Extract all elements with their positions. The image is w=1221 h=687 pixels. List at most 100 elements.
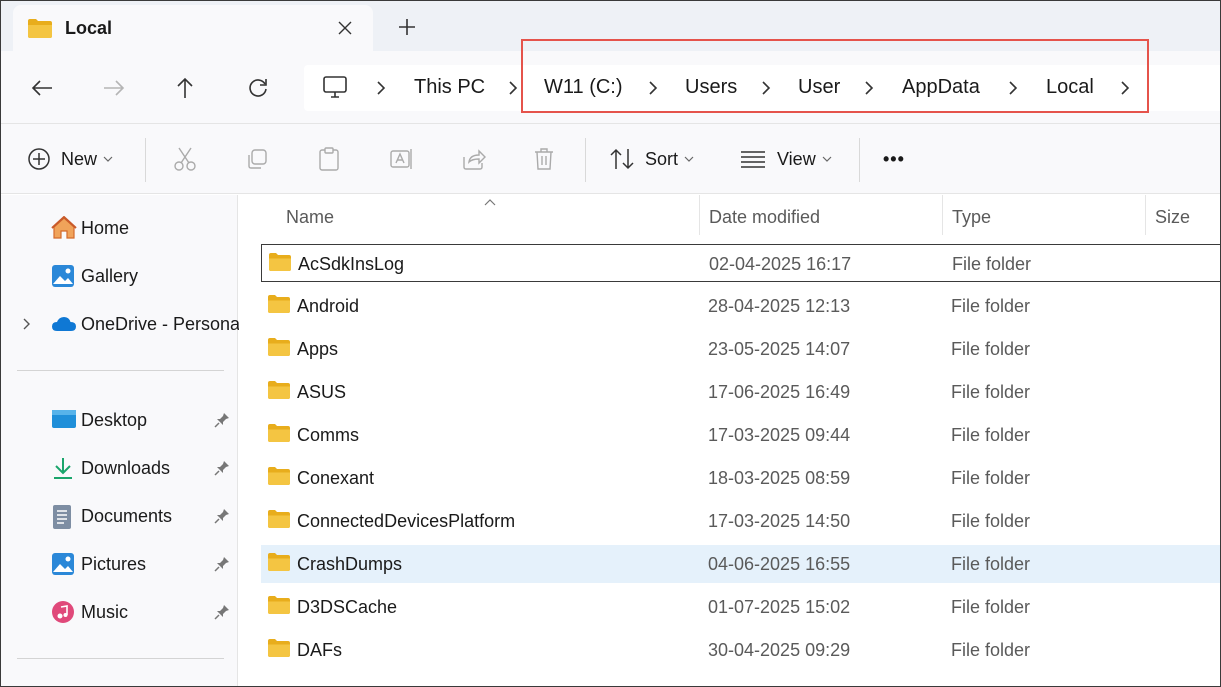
address-bar[interactable]: This PC W11 (C:) Users User AppData Loca… xyxy=(304,65,1220,111)
file-date: 17-03-2025 09:44 xyxy=(708,425,851,445)
file-type: File folder xyxy=(951,296,1031,316)
file-name: Android xyxy=(297,296,360,316)
trash-icon xyxy=(535,148,553,170)
sidebar-item-downloads[interactable]: Downloads xyxy=(1,448,238,488)
sidebar-divider xyxy=(17,658,224,659)
sidebar-item-documents[interactable]: Documents xyxy=(1,496,238,536)
cut-button[interactable] xyxy=(173,124,197,194)
table-row[interactable]: CrashDumps 04-06-2025 16:55 File folder xyxy=(261,545,1220,583)
copy-button[interactable] xyxy=(245,124,269,194)
chevron-right-icon[interactable] xyxy=(646,79,660,97)
table-row[interactable]: Comms 17-03-2025 09:44 File folder xyxy=(261,416,1220,454)
chevron-right-icon[interactable] xyxy=(862,79,876,97)
tab-local[interactable]: Local xyxy=(13,5,373,51)
column-divider[interactable] xyxy=(699,195,700,235)
folder-icon xyxy=(268,252,292,274)
chevron-right-icon[interactable] xyxy=(506,79,520,97)
plus-icon xyxy=(399,19,415,35)
table-row[interactable]: D3DSCache 01-07-2025 15:02 File folder xyxy=(261,588,1220,626)
command-bar: New Sort View ••• xyxy=(1,124,1220,194)
more-icon: ••• xyxy=(883,148,905,169)
forward-button[interactable] xyxy=(97,71,131,105)
table-row[interactable]: ConnectedDevicesPlatform 17-03-2025 14:50… xyxy=(261,502,1220,540)
close-tab-button[interactable] xyxy=(331,14,359,42)
table-row[interactable]: AcSdkInsLog 02-04-2025 16:17 File folder xyxy=(261,244,1220,282)
crumb-this-pc[interactable]: This PC xyxy=(414,76,485,99)
delete-button[interactable] xyxy=(533,124,555,194)
folder-icon xyxy=(267,466,291,488)
crumb-drive[interactable]: W11 (C:) xyxy=(544,76,623,99)
crumb-user[interactable]: User xyxy=(798,76,840,99)
table-row[interactable]: DAFs 30-04-2025 09:29 File folder xyxy=(261,631,1220,669)
new-tab-button[interactable] xyxy=(393,13,421,41)
sidebar-divider xyxy=(17,370,224,371)
chevron-down-icon xyxy=(684,156,694,162)
file-type: File folder xyxy=(951,640,1031,660)
sidebar-item-label: Gallery xyxy=(81,266,139,286)
file-type: File folder xyxy=(951,339,1031,359)
new-button[interactable]: New xyxy=(27,124,113,194)
chevron-right-icon[interactable] xyxy=(759,79,773,97)
toolbar-divider xyxy=(585,138,586,182)
file-type: File folder xyxy=(951,554,1031,574)
chevron-right-icon[interactable] xyxy=(374,79,388,97)
sidebar-item-pictures[interactable]: Pictures xyxy=(1,544,238,584)
rename-button[interactable] xyxy=(389,124,415,194)
sort-label: Sort xyxy=(645,148,679,169)
pin-icon[interactable] xyxy=(214,460,230,476)
share-icon xyxy=(463,149,486,170)
column-header-type[interactable]: Type xyxy=(952,195,991,239)
sidebar-item-onedrive[interactable]: OneDrive - Persona xyxy=(1,304,241,344)
file-name: ASUS xyxy=(297,382,347,402)
scissors-icon xyxy=(174,147,196,171)
back-button[interactable] xyxy=(25,71,59,105)
table-row[interactable]: Apps 23-05-2025 14:07 File folder xyxy=(261,330,1220,368)
crumb-appdata[interactable]: AppData xyxy=(902,76,980,99)
refresh-button[interactable] xyxy=(241,71,275,105)
more-options-button[interactable]: ••• xyxy=(883,124,905,194)
pin-icon[interactable] xyxy=(214,604,230,620)
plus-circle-icon xyxy=(28,148,50,170)
folder-icon xyxy=(27,17,53,44)
gallery-icon xyxy=(51,264,75,288)
pictures-icon xyxy=(51,552,75,576)
sidebar-item-label: OneDrive - Persona xyxy=(81,314,241,334)
chevron-right-icon[interactable] xyxy=(1118,79,1132,97)
pin-icon[interactable] xyxy=(214,508,230,524)
view-button[interactable]: View xyxy=(739,124,832,194)
chevron-right-icon[interactable] xyxy=(1006,79,1020,97)
file-type: File folder xyxy=(951,597,1031,617)
column-header-date[interactable]: Date modified xyxy=(709,195,820,239)
crumb-users[interactable]: Users xyxy=(685,76,737,99)
column-divider[interactable] xyxy=(942,195,943,235)
sidebar-item-gallery[interactable]: Gallery xyxy=(1,256,238,296)
column-header-name[interactable]: Name xyxy=(286,195,334,239)
column-header-size[interactable]: Size xyxy=(1155,195,1190,239)
sidebar-item-label: Home xyxy=(81,218,130,238)
sidebar-item-home[interactable]: Home xyxy=(1,208,238,248)
pin-icon[interactable] xyxy=(214,556,230,572)
file-type: File folder xyxy=(952,254,1032,274)
table-row[interactable]: ASUS 17-06-2025 16:49 File folder xyxy=(261,373,1220,411)
sidebar-item-label: Pictures xyxy=(81,554,147,574)
paste-button[interactable] xyxy=(317,124,341,194)
refresh-icon xyxy=(249,79,267,97)
file-date: 17-06-2025 16:49 xyxy=(708,382,851,402)
music-icon xyxy=(51,600,75,624)
crumb-local[interactable]: Local xyxy=(1046,76,1094,99)
folder-icon xyxy=(267,638,291,660)
file-name: ConnectedDevicesPlatform xyxy=(297,511,516,531)
sidebar-item-desktop[interactable]: Desktop xyxy=(1,400,238,440)
file-date: 30-04-2025 09:29 xyxy=(708,640,851,660)
sidebar-item-music[interactable]: Music xyxy=(1,592,238,632)
column-divider[interactable] xyxy=(1145,195,1146,235)
up-button[interactable] xyxy=(168,71,202,105)
sort-button[interactable]: Sort xyxy=(609,124,694,194)
file-list: Name Date modified Type Size AcSdkInsLog… xyxy=(239,195,1220,686)
table-row[interactable]: Android 28-04-2025 12:13 File folder xyxy=(261,287,1220,325)
chevron-right-icon[interactable] xyxy=(19,316,35,332)
file-date: 01-07-2025 15:02 xyxy=(708,597,851,617)
share-button[interactable] xyxy=(461,124,487,194)
table-row[interactable]: Conexant 18-03-2025 08:59 File folder xyxy=(261,459,1220,497)
pin-icon[interactable] xyxy=(214,412,230,428)
